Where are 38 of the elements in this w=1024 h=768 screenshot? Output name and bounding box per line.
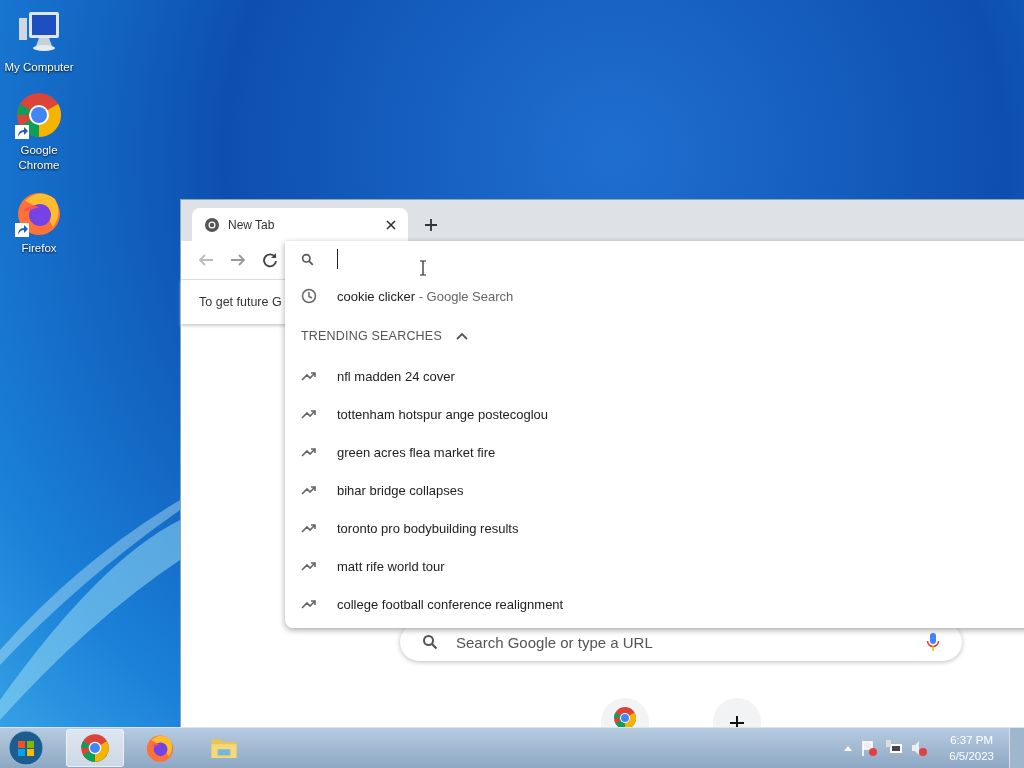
clock-date: 6/5/2023 [949, 749, 994, 764]
desktop-icon[interactable]: Firefox [0, 189, 78, 256]
taskbar-app[interactable] [66, 729, 124, 767]
trending-suggestion[interactable]: toronto pro bodybuilding results [301, 509, 1024, 547]
collapse-chevron-icon[interactable] [455, 332, 468, 340]
start-button[interactable] [7, 729, 45, 767]
microphone-icon[interactable] [926, 632, 940, 652]
info-bar-text: To get future G [199, 295, 282, 309]
trending-suggestion[interactable]: tottenham hotspur ange postecoglou [301, 395, 1024, 433]
shortcut-tile[interactable] [601, 698, 649, 730]
search-field[interactable]: Search Google or type a URL [454, 632, 910, 652]
trending-suggestion[interactable]: bihar bridge collapses [301, 471, 1024, 509]
desktop-icon[interactable]: Google Chrome [0, 91, 78, 173]
clock-time: 6:37 PM [950, 733, 994, 748]
close-icon[interactable] [386, 219, 396, 230]
history-suggestion[interactable]: cookie clicker - Google Search [301, 277, 1024, 315]
speaker-muted-icon[interactable] [910, 739, 929, 757]
trending-suggestion[interactable]: college football conference realignment [301, 585, 1024, 623]
add-shortcut-tile[interactable] [713, 698, 761, 730]
clock-icon [301, 288, 317, 304]
section-heading: TRENDING SEARCHES [301, 329, 442, 343]
trending-suggestion[interactable]: green acres flea market fire [301, 433, 1024, 471]
plus-icon [730, 716, 744, 730]
browser-tab[interactable]: New Tab [192, 208, 408, 241]
chrome-logo-icon [15, 91, 63, 139]
chrome-favicon-icon [204, 216, 220, 233]
search-icon [422, 634, 438, 650]
trending-suggestion[interactable]: nfl madden 24 cover [301, 357, 1024, 395]
flag-error-icon[interactable] [860, 739, 879, 757]
firefox-logo-icon [145, 733, 175, 763]
reload-icon[interactable] [261, 251, 279, 269]
chrome-logo-icon [80, 733, 110, 763]
new-tab-icon[interactable] [424, 217, 438, 232]
trending-suggestion[interactable]: matt rife world tour [301, 547, 1024, 585]
search-icon [301, 252, 314, 266]
shortcut-arrow-icon [15, 125, 29, 139]
desktop-icon[interactable]: My Computer [0, 8, 78, 75]
shortcut-arrow-icon [15, 223, 29, 237]
